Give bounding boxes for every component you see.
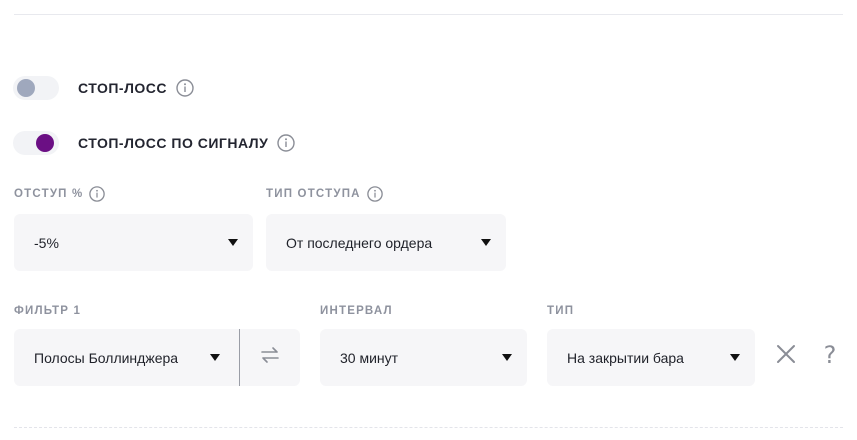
info-icon[interactable] bbox=[277, 134, 295, 152]
type-label: ТИП bbox=[547, 305, 575, 317]
stop-loss-label: СТОП-ЛОСС bbox=[78, 80, 168, 96]
interval-value: 30 минут bbox=[340, 349, 399, 366]
chevron-down-icon bbox=[730, 354, 740, 361]
filter-value: Полосы Боллинджера bbox=[34, 349, 179, 366]
chevron-down-icon bbox=[228, 239, 238, 246]
signal-stop-loss-row: СТОП-ЛОСС ПО СИГНАЛУ bbox=[13, 131, 295, 155]
type-value: На закрытии бара bbox=[567, 349, 684, 366]
remove-filter-button[interactable] bbox=[774, 344, 798, 368]
interval-label-group: ИНТЕРВАЛ bbox=[320, 305, 393, 317]
toggle-knob bbox=[17, 79, 35, 97]
help-icon: ? bbox=[823, 341, 837, 369]
toggle-knob bbox=[36, 134, 54, 152]
swap-button[interactable] bbox=[240, 329, 300, 386]
stop-loss-toggle[interactable] bbox=[13, 76, 59, 100]
signal-stop-loss-toggle[interactable] bbox=[13, 131, 59, 155]
interval-select[interactable]: 30 минут bbox=[320, 329, 527, 386]
offset-label: ОТСТУП % bbox=[14, 188, 84, 200]
stop-loss-row: СТОП-ЛОСС bbox=[13, 76, 194, 100]
offset-type-value: От последнего ордера bbox=[286, 234, 433, 251]
type-select[interactable]: На закрытии бара bbox=[547, 329, 755, 386]
signal-stop-loss-label: СТОП-ЛОСС ПО СИГНАЛУ bbox=[78, 135, 269, 151]
chevron-down-icon bbox=[502, 354, 512, 361]
info-icon[interactable] bbox=[366, 186, 383, 202]
bottom-divider bbox=[14, 427, 843, 428]
info-icon[interactable] bbox=[176, 79, 194, 97]
offset-label-group: ОТСТУП % bbox=[14, 186, 106, 202]
filter-label-group: ФИЛЬТР 1 bbox=[14, 305, 81, 317]
offset-type-select[interactable]: От последнего ордера bbox=[266, 214, 506, 271]
close-icon bbox=[776, 344, 796, 369]
chevron-down-icon bbox=[210, 354, 220, 361]
filter-label: ФИЛЬТР 1 bbox=[14, 305, 82, 317]
offset-value: -5% bbox=[34, 234, 59, 251]
offset-select[interactable]: -5% bbox=[14, 214, 253, 271]
info-icon[interactable] bbox=[89, 186, 106, 202]
offset-type-label: ТИП ОТСТУПА bbox=[266, 188, 361, 200]
offset-type-label-group: ТИП ОТСТУПА bbox=[266, 186, 383, 202]
type-label-group: ТИП bbox=[547, 305, 574, 317]
chevron-down-icon bbox=[481, 239, 491, 246]
interval-label: ИНТЕРВАЛ bbox=[320, 305, 393, 317]
filter-select[interactable]: Полосы Боллинджера bbox=[14, 329, 240, 386]
swap-icon bbox=[260, 346, 280, 369]
top-divider bbox=[14, 14, 843, 15]
filter-control: Полосы Боллинджера bbox=[14, 329, 300, 386]
help-button[interactable]: ? bbox=[818, 340, 842, 370]
